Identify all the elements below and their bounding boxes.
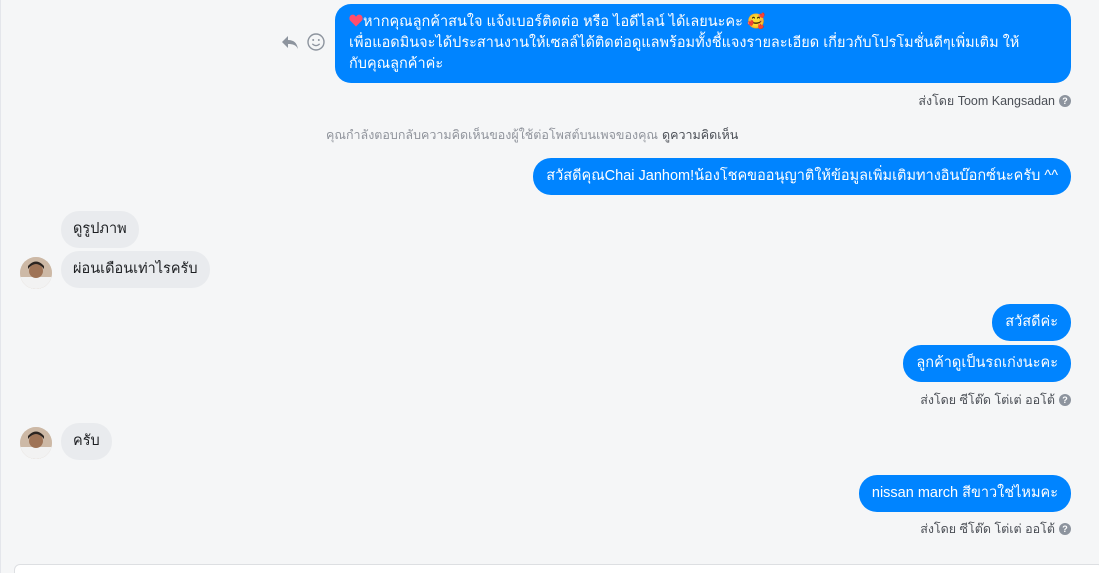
reply-context-notice: คุณกำลังตอบกลับความคิดเห็นของผู้ใช้ต่อโพ…: [326, 128, 739, 142]
promo-line-2: เพื่อแอดมินจะได้ประสานงานให้เซลล์ได้ติดต…: [349, 35, 1020, 51]
question-icon[interactable]: ?: [1059, 523, 1071, 535]
outgoing-message-greeting[interactable]: สวัสดีคุณChai Janhom!น้องโชคขออนุญาติให้…: [533, 158, 1071, 195]
incoming-message-yes[interactable]: ครับ: [61, 423, 112, 460]
outgoing-message-promo[interactable]: หากคุณลูกค้าสนใจ แจ้งเบอร์ติดต่อ หรือ ไอ…: [335, 4, 1071, 83]
question-icon[interactable]: ?: [1059, 394, 1071, 406]
reply-icon[interactable]: [280, 32, 300, 52]
heart-icon: [349, 13, 363, 27]
message-actions: [280, 32, 326, 52]
sent-by-label: ส่งโดย ซีโต๊ด โต่เต่ ออโต้ ?: [920, 519, 1071, 539]
view-comment-link[interactable]: ดูความคิดเห็น: [662, 128, 738, 142]
incoming-message-installment[interactable]: ผ่อนเดือนเท่าไรครับ: [61, 251, 210, 288]
message-composer[interactable]: [14, 564, 1099, 573]
promo-line-1: หากคุณลูกค้าสนใจ แจ้งเบอร์ติดต่อ หรือ ไอ…: [363, 14, 766, 30]
incoming-message-view-image[interactable]: ดูรูปภาพ: [61, 211, 139, 248]
question-icon[interactable]: ?: [1059, 95, 1071, 107]
avatar[interactable]: [20, 257, 52, 289]
outgoing-message-hello[interactable]: สวัสดีค่ะ: [992, 304, 1071, 341]
avatar[interactable]: [20, 427, 52, 459]
message-thread: หากคุณลูกค้าสนใจ แจ้งเบอร์ติดต่อ หรือ ไอ…: [0, 0, 1099, 573]
divider: [0, 0, 1, 573]
sent-by-label: ส่งโดย ซีโต๊ด โต่เต่ ออโต้ ?: [920, 390, 1071, 410]
outgoing-message-used-car[interactable]: ลูกค้าดูเป็นรถเก่งนะคะ: [903, 345, 1071, 382]
smiley-icon[interactable]: [306, 32, 326, 52]
sent-by-label: ส่งโดย Toom Kangsadan ?: [918, 91, 1071, 111]
outgoing-message-nissan[interactable]: nissan march สีขาวใช่ไหมคะ: [858, 475, 1071, 512]
promo-line-3: กับคุณลูกค้าค่ะ: [349, 56, 444, 72]
